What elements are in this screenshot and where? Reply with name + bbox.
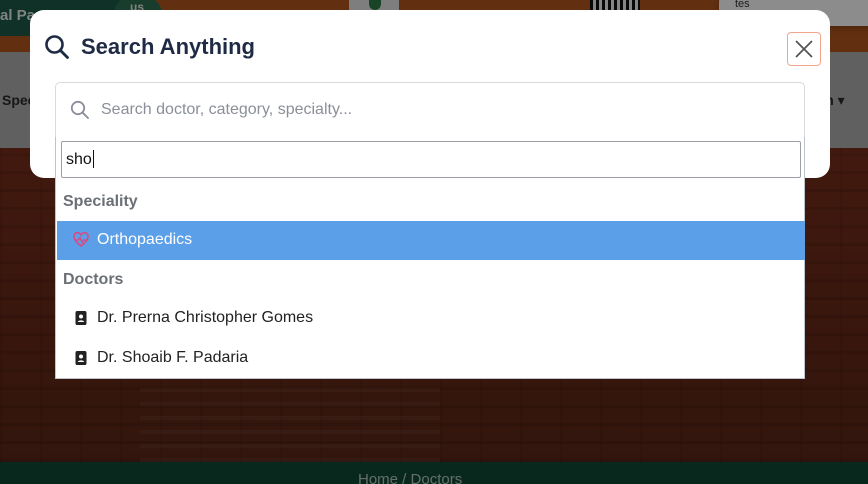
heartbeat-icon [73, 232, 89, 247]
option-orthopaedics[interactable]: Orthopaedics [57, 221, 805, 260]
close-button[interactable] [787, 32, 821, 66]
search-input[interactable] [101, 97, 791, 123]
search-icon [45, 35, 69, 59]
option-label: Orthopaedics [97, 231, 193, 248]
option-label: Dr. Prerna Christopher Gomes [97, 309, 314, 326]
option-doctor[interactable]: Dr. Shoaib F. Padaria [57, 339, 805, 378]
filter-input[interactable] [61, 141, 801, 178]
modal-title: Search Anything [81, 34, 255, 59]
option-label: Dr. Shoaib F. Padaria [97, 349, 249, 366]
id-badge-icon [75, 311, 87, 325]
group-label-doctors: Doctors [63, 271, 124, 288]
group-label-speciality: Speciality [63, 193, 138, 210]
option-doctor[interactable]: Dr. Prerna Christopher Gomes [57, 299, 805, 338]
search-results-dropdown: Speciality Orthopaedics Doctors Dr. Prer… [55, 137, 805, 379]
text-caret [93, 150, 94, 168]
id-badge-icon [75, 351, 87, 365]
search-box[interactable] [55, 82, 805, 138]
close-icon [795, 40, 813, 58]
search-icon [70, 100, 89, 119]
